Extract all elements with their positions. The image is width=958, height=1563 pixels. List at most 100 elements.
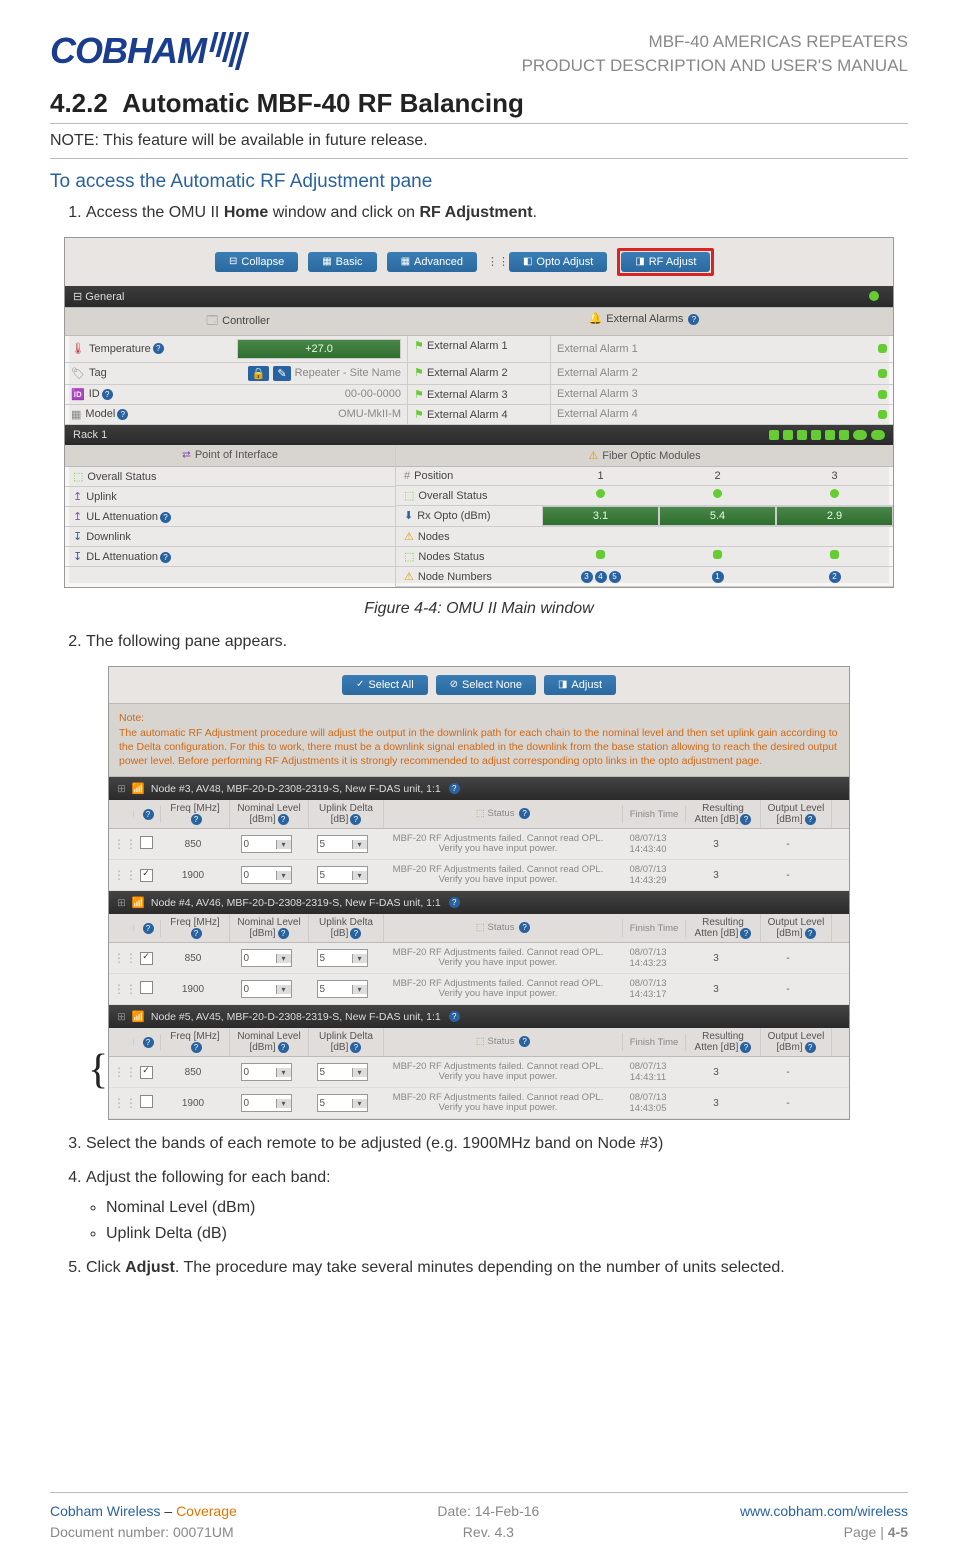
row-checkbox[interactable] <box>140 1066 153 1079</box>
col-freq: Freq [MHz]? <box>161 1028 230 1056</box>
general-header[interactable]: ⊟ General <box>65 286 893 307</box>
nominal-select[interactable]: 0▾ <box>241 980 292 998</box>
status-dot-icon <box>869 291 879 301</box>
adjust-button[interactable]: ◨Adjust <box>544 675 616 695</box>
cell-status: MBF-20 RF Adjustments failed. Cannot rea… <box>379 975 617 1004</box>
node-badge[interactable]: 2 <box>829 571 841 583</box>
rack-icon <box>825 430 835 440</box>
uplink-select[interactable]: 5▾ <box>317 949 368 967</box>
uplink-select[interactable]: 5▾ <box>317 835 368 853</box>
help-icon[interactable]: ? <box>350 928 361 939</box>
help-icon[interactable]: ? <box>449 1011 460 1022</box>
help-icon[interactable]: ? <box>688 314 699 325</box>
rack-icon <box>853 430 867 440</box>
help-icon[interactable]: ? <box>117 409 128 420</box>
flag-icon: ⚑ <box>414 409 424 421</box>
help-icon[interactable]: ? <box>805 1042 816 1053</box>
help-icon[interactable]: ? <box>519 1036 530 1047</box>
nominal-select[interactable]: 0▾ <box>241 949 292 967</box>
rack-header[interactable]: Rack 1 <box>65 425 893 445</box>
select-all-button[interactable]: ✓Select All <box>342 675 428 695</box>
chevron-down-icon: ▾ <box>276 840 291 849</box>
help-icon[interactable]: ? <box>740 814 751 825</box>
node-badge[interactable]: 4 <box>595 571 607 583</box>
row-checkbox[interactable] <box>140 869 153 882</box>
help-icon[interactable]: ? <box>449 897 460 908</box>
node-badge[interactable]: 1 <box>712 571 724 583</box>
row-checkbox[interactable] <box>140 1095 153 1108</box>
basic-button[interactable]: ▦Basic <box>308 252 376 272</box>
help-icon[interactable]: ? <box>350 1042 361 1053</box>
header-line1: MBF-40 AMERICAS REPEATERS <box>522 30 908 54</box>
uplink-select[interactable]: 5▾ <box>317 1063 368 1081</box>
basic-icon: ▦ <box>322 256 331 267</box>
footer-brand: Cobham Wireless <box>50 1503 160 1519</box>
lock-icon[interactable]: 🔒 <box>248 366 270 381</box>
help-icon[interactable]: ? <box>805 814 816 825</box>
nominal-select[interactable]: 0▾ <box>241 835 292 853</box>
separator-icon: ⋮⋮ <box>487 255 499 268</box>
help-icon[interactable]: ? <box>449 783 460 794</box>
downlink-icon: ↧ <box>73 531 82 543</box>
uplink-select[interactable]: 5▾ <box>317 980 368 998</box>
help-icon[interactable]: ? <box>278 928 289 939</box>
chevron-down-icon: ▾ <box>276 871 291 880</box>
help-icon[interactable]: ? <box>143 923 154 934</box>
chevron-down-icon: ▾ <box>276 954 291 963</box>
adj-row: ⋮⋮8500▾5▾MBF-20 RF Adjustments failed. C… <box>109 1057 849 1088</box>
help-icon[interactable]: ? <box>191 928 202 939</box>
uplink-select[interactable]: 5▾ <box>317 866 368 884</box>
rf-adjust-button[interactable]: ◨RF Adjust <box>621 252 710 272</box>
chevron-down-icon: ▾ <box>352 1099 367 1108</box>
rack-icon <box>871 430 885 440</box>
node-header[interactable]: ⊞📶 Node #3, AV48, MBF-20-D-2308-2319-S, … <box>109 777 849 800</box>
nominal-select[interactable]: 0▾ <box>241 866 292 884</box>
nominal-select[interactable]: 0▾ <box>241 1094 292 1112</box>
help-icon[interactable]: ? <box>191 814 202 825</box>
chevron-down-icon: ▾ <box>352 871 367 880</box>
help-icon[interactable]: ? <box>153 343 164 354</box>
row-checkbox[interactable] <box>140 952 153 965</box>
help-icon[interactable]: ? <box>278 1042 289 1053</box>
help-icon[interactable]: ? <box>143 1037 154 1048</box>
help-icon[interactable]: ? <box>519 922 530 933</box>
node-header[interactable]: ⊞📶 Node #5, AV45, MBF-20-D-2308-2319-S, … <box>109 1005 849 1028</box>
help-icon[interactable]: ? <box>143 809 154 820</box>
help-icon[interactable]: ? <box>519 808 530 819</box>
help-icon[interactable]: ? <box>278 814 289 825</box>
help-icon[interactable]: ? <box>191 1042 202 1053</box>
adj-row: ⋮⋮19000▾5▾MBF-20 RF Adjustments failed. … <box>109 974 849 1005</box>
col-uplink: Uplink Delta [dB]? <box>309 1028 384 1056</box>
nominal-select[interactable]: 0▾ <box>241 1063 292 1081</box>
uplink-select[interactable]: 5▾ <box>317 1094 368 1112</box>
footer-url[interactable]: www.cobham.com/wireless <box>740 1501 908 1522</box>
node-header[interactable]: ⊞📶 Node #4, AV46, MBF-20-D-2308-2319-S, … <box>109 891 849 914</box>
row-temperature: 🌡Temperature ?+27.0 ⚑ External Alarm 1Ex… <box>65 336 893 363</box>
help-icon[interactable]: ? <box>740 928 751 939</box>
model-icon: ▦ <box>71 408 81 421</box>
bullet-uplink: Uplink Delta (dB) <box>106 1222 908 1246</box>
node-badge[interactable]: 3 <box>581 571 593 583</box>
node-badge[interactable]: 5 <box>609 571 621 583</box>
cell-status: MBF-20 RF Adjustments failed. Cannot rea… <box>379 830 617 859</box>
help-icon[interactable]: ? <box>350 814 361 825</box>
help-icon[interactable]: ? <box>805 928 816 939</box>
row-checkbox[interactable] <box>140 836 153 849</box>
divider <box>50 158 908 159</box>
check-icon: ✓ <box>356 679 364 690</box>
warning-icon: ⚠ <box>588 450 598 462</box>
edit-icon[interactable]: ✎ <box>273 366 290 381</box>
cell-atten: 3 <box>679 866 753 885</box>
collapse-button[interactable]: ⊟Collapse <box>215 252 298 272</box>
cell-freq: 1900 <box>159 866 227 885</box>
adj-table-header: ?Freq [MHz]?Nominal Level [dBm]?Uplink D… <box>109 800 849 829</box>
help-icon[interactable]: ? <box>102 389 113 400</box>
help-icon[interactable]: ? <box>160 512 171 523</box>
help-icon[interactable]: ? <box>160 552 171 563</box>
select-none-button[interactable]: ⊘Select None <box>436 675 536 695</box>
col-atten: Resulting Atten [dB]? <box>686 1028 761 1056</box>
help-icon[interactable]: ? <box>740 1042 751 1053</box>
opto-adjust-button[interactable]: ◧Opto Adjust <box>509 252 607 272</box>
row-checkbox[interactable] <box>140 981 153 994</box>
advanced-button[interactable]: ▦Advanced <box>387 252 477 272</box>
